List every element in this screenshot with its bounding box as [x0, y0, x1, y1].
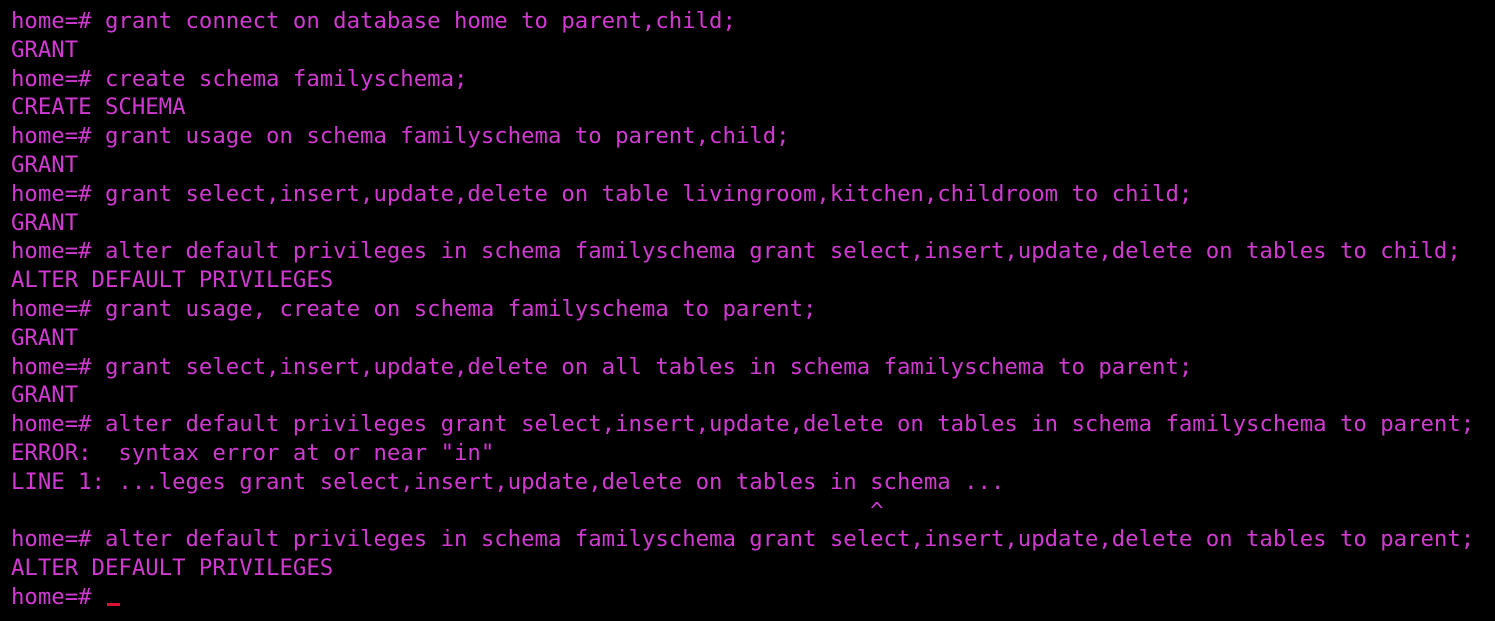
terminal-line: ALTER DEFAULT PRIVILEGES — [11, 267, 334, 294]
terminal-line: GRANT — [11, 324, 79, 351]
terminal-line: home=# alter default privileges grant se… — [11, 411, 1475, 438]
terminal-line: GRANT — [11, 151, 79, 178]
terminal-window[interactable]: home=# grant connect on database home to… — [0, 0, 1495, 621]
cursor — [106, 602, 120, 606]
terminal-line: home=# grant connect on database home to… — [11, 8, 736, 34]
terminal-line: home=# alter default privileges in schem… — [11, 526, 1475, 553]
prompt: home=# — [11, 583, 105, 610]
terminal-line: GRANT — [11, 209, 79, 236]
terminal-line: GRANT — [11, 382, 79, 409]
terminal-line: GRANT — [11, 36, 79, 63]
terminal-line: home=# create schema familyschema; — [11, 65, 468, 92]
error-context-line: LINE 1: ...leges grant select,insert,upd… — [11, 468, 1005, 495]
terminal-line: home=# grant usage on schema familyschem… — [11, 123, 790, 150]
error-caret-line: ^ — [11, 497, 884, 524]
prompt-line[interactable]: home=# — [11, 583, 1495, 612]
error-line: ERROR: syntax error at or near "in" — [11, 439, 495, 466]
terminal-line: home=# grant select,insert,update,delete… — [11, 353, 1193, 380]
terminal-line: home=# grant usage, create on schema fam… — [11, 295, 817, 322]
terminal-line: home=# alter default privileges in schem… — [11, 238, 1461, 265]
terminal-line: home=# grant select,insert,update,delete… — [11, 180, 1193, 207]
terminal-line: ALTER DEFAULT PRIVILEGES — [11, 555, 334, 582]
terminal-line: CREATE SCHEMA — [11, 94, 186, 121]
